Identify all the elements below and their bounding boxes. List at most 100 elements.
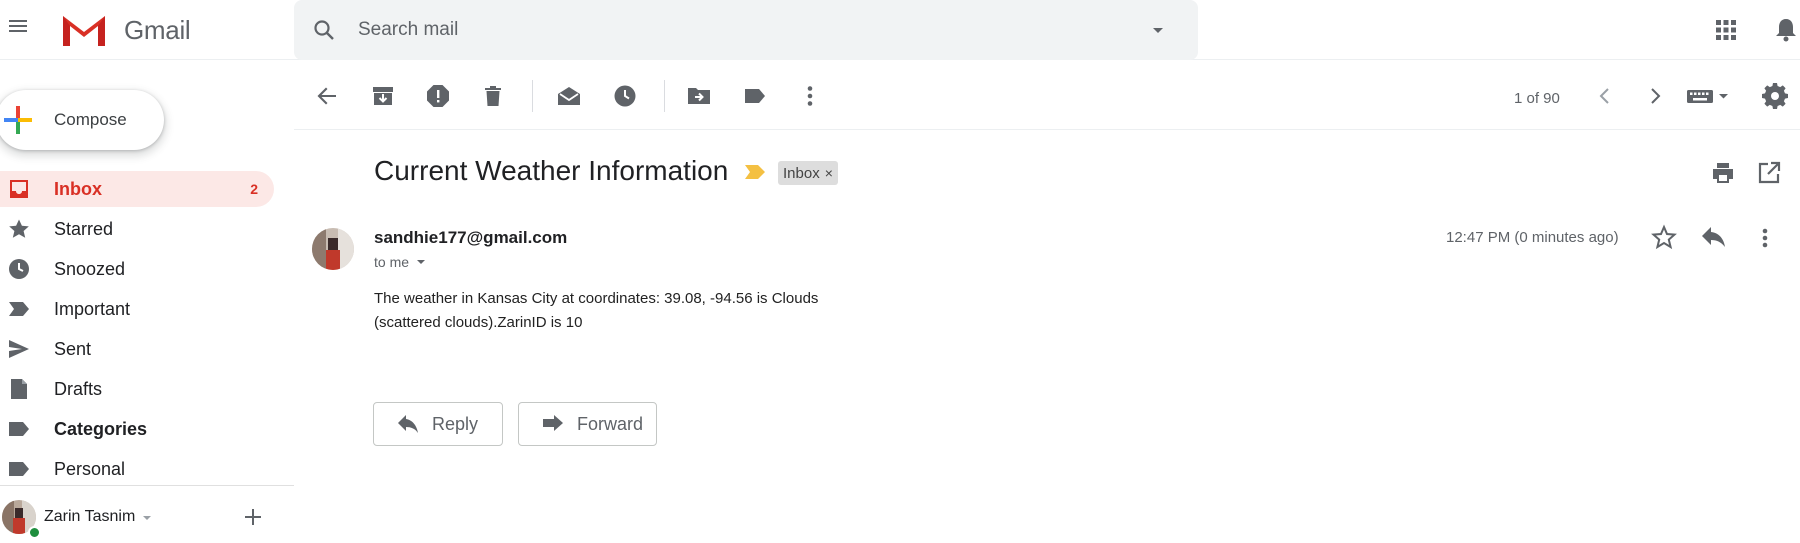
sidebar-item-categories[interactable]: Categories <box>0 411 274 447</box>
sidebar-item-label: Starred <box>54 218 114 239</box>
label-icon <box>9 422 29 436</box>
search-icon[interactable] <box>312 18 336 42</box>
forward-button[interactable]: Forward <box>518 402 657 446</box>
add-icon[interactable] <box>242 506 264 528</box>
star-icon <box>9 219 29 238</box>
sidebar-item-label: Drafts <box>54 378 103 399</box>
sidebar-item-drafts[interactable]: Drafts <box>0 371 274 407</box>
recipient-summary[interactable]: to me <box>374 254 427 270</box>
arrow-back-icon <box>317 87 336 105</box>
draft-icon <box>11 379 27 399</box>
move-to-folder-icon <box>688 88 710 104</box>
star-button[interactable] <box>1650 224 1678 252</box>
reply-icon-button[interactable] <box>1700 224 1728 252</box>
gmail-logo[interactable]: Gmail <box>60 12 191 48</box>
apps-grid-icon[interactable] <box>1714 18 1738 42</box>
newer-button[interactable] <box>1592 83 1618 109</box>
compose-label: Compose <box>54 110 127 129</box>
body-line: (scattered clouds).ZarinID is 10 <box>374 314 583 331</box>
online-status-dot <box>28 526 41 539</box>
body-line: The weather in Kansas City at coordinate… <box>374 290 819 307</box>
search-input[interactable] <box>358 0 1118 60</box>
forward-label: Forward <box>577 413 644 434</box>
forward-icon <box>543 415 563 431</box>
email-subject: Current Weather Information <box>374 155 729 186</box>
message-more-button[interactable] <box>1752 224 1778 252</box>
label-chip-text: Inbox <box>783 164 820 182</box>
labels-button[interactable] <box>742 83 768 109</box>
top-bar: Gmail <box>0 0 1800 60</box>
toolbar-divider <box>532 80 533 112</box>
sidebar-item-label: Sent <box>54 338 92 359</box>
notifications-icon[interactable] <box>1772 16 1800 44</box>
mark-unread-button[interactable] <box>556 83 582 109</box>
label-chip-inbox[interactable]: Inbox × <box>778 161 838 185</box>
inbox-icon <box>10 180 28 198</box>
reply-icon <box>1702 227 1725 247</box>
search-bar <box>294 0 1198 60</box>
sidebar: Compose Inbox 2 Starred Snoozed Importan… <box>0 60 294 543</box>
compose-button[interactable]: Compose <box>0 90 164 150</box>
chevron-left-icon <box>1599 88 1609 104</box>
message-toolbar: 1 of 90 <box>294 60 1800 130</box>
chevron-down-icon[interactable] <box>140 511 154 525</box>
recipient-text: to me <box>374 254 410 270</box>
settings-button[interactable] <box>1762 83 1788 109</box>
more-vert-icon <box>1762 228 1768 248</box>
chevron-right-icon <box>1651 88 1661 104</box>
clock-icon <box>614 85 636 107</box>
search-options-icon[interactable] <box>1146 18 1170 42</box>
sidebar-item-label: Categories <box>54 418 148 439</box>
email-body: The weather in Kansas City at coordinate… <box>374 287 894 335</box>
user-name[interactable]: Zarin Tasnim <box>44 508 135 526</box>
toolbar-divider <box>664 80 665 112</box>
sidebar-item-snoozed[interactable]: Snoozed <box>0 251 274 287</box>
plus-icon <box>4 106 32 134</box>
keyboard-icon <box>1687 90 1728 103</box>
back-button[interactable] <box>314 83 340 109</box>
app-name: Gmail <box>124 14 191 45</box>
mark-unread-icon <box>558 87 580 105</box>
sidebar-item-starred[interactable]: Starred <box>0 211 274 247</box>
snooze-button[interactable] <box>612 83 638 109</box>
move-to-button[interactable] <box>686 83 712 109</box>
clock-icon <box>9 259 29 279</box>
reply-icon <box>398 415 418 433</box>
chevron-down-icon[interactable] <box>415 256 427 268</box>
sender-email[interactable]: sandhie177@gmail.com <box>374 228 567 248</box>
sidebar-item-inbox[interactable]: Inbox 2 <box>0 171 274 207</box>
open-new-window-button[interactable] <box>1756 160 1782 186</box>
message-timestamp: 12:47 PM (0 minutes ago) <box>1446 229 1619 246</box>
label-important-icon <box>9 302 29 316</box>
sidebar-item-personal[interactable]: Personal <box>0 451 274 487</box>
archive-button[interactable] <box>370 83 396 109</box>
remove-label-icon[interactable]: × <box>825 165 833 181</box>
input-tools-button[interactable] <box>1686 83 1732 109</box>
hamburger-icon <box>9 20 27 32</box>
trash-icon <box>485 86 501 106</box>
more-options-button[interactable] <box>797 83 823 109</box>
label-icon <box>9 462 29 476</box>
print-icon <box>1713 163 1733 183</box>
hangouts-bar: Zarin Tasnim <box>0 485 294 543</box>
send-icon <box>9 340 29 358</box>
sidebar-item-label: Personal <box>54 458 126 479</box>
gear-icon <box>1762 83 1788 109</box>
sidebar-item-label: Important <box>54 298 131 319</box>
sender-avatar[interactable] <box>312 228 354 270</box>
report-spam-icon <box>427 85 449 107</box>
sidebar-item-important[interactable]: Important <box>0 291 274 327</box>
reply-button[interactable]: Reply <box>373 402 503 446</box>
older-button[interactable] <box>1642 83 1668 109</box>
star-outline-icon <box>1651 224 1677 250</box>
sidebar-item-sent[interactable]: Sent <box>0 331 274 367</box>
delete-button[interactable] <box>480 83 506 109</box>
unread-count: 2 <box>250 181 258 197</box>
report-spam-button[interactable] <box>425 83 451 109</box>
reply-label: Reply <box>432 413 479 434</box>
gmail-m-icon <box>63 16 105 46</box>
sidebar-item-label: Snoozed <box>54 258 126 279</box>
print-all-button[interactable] <box>1710 160 1736 186</box>
main-menu-button[interactable] <box>6 14 30 38</box>
importance-marker-icon[interactable] <box>744 163 766 181</box>
